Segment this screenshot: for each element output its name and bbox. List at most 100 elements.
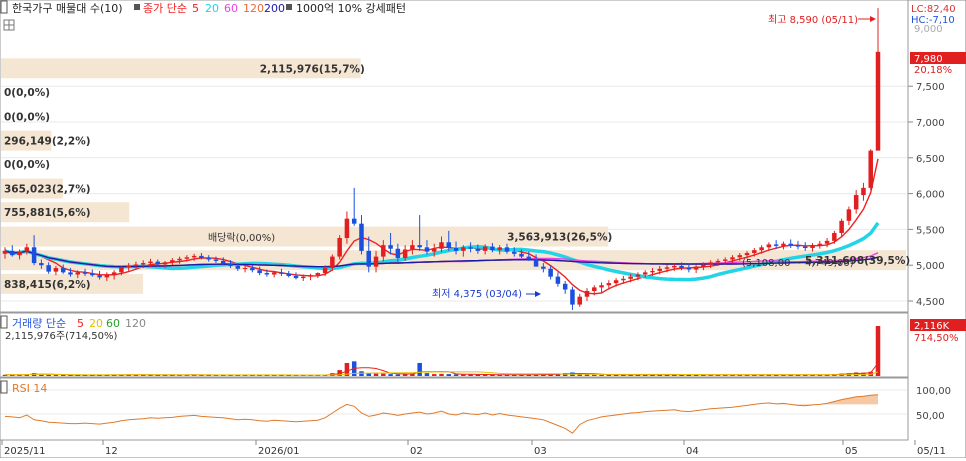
x-tick-label: 04 [686,446,699,457]
volume-bar [395,374,401,376]
candle [737,255,743,258]
candle [264,273,270,275]
vol-ma-120[interactable]: 120 [125,317,146,330]
candle [853,195,859,210]
volume-profile-label: 2,115,976(15,7%) [260,63,365,75]
candle [875,51,881,151]
candle [592,287,597,291]
candle [759,247,764,251]
candle [642,272,648,275]
candle [140,263,146,265]
candle [213,259,219,261]
candle [24,247,30,252]
volume-profile-label: 755,881(5,6%) [4,207,91,219]
ma-200[interactable]: 200 [264,2,285,15]
candle [257,270,262,274]
volume-profile-label: 0(0,0%) [4,111,50,123]
candle [82,272,88,274]
low-annotation: 최저 4,375 (03/04) [432,288,522,300]
candle [526,256,532,260]
volume-bar [439,373,444,376]
volume-bar [446,374,452,376]
volume-bar [431,374,437,376]
candle [650,270,655,273]
candle [555,276,561,284]
candle [621,278,626,281]
candle [242,268,248,270]
candle [424,247,430,252]
panel-close-icon[interactable] [0,315,8,329]
candle [68,272,73,275]
candle [53,268,59,272]
candle [475,248,481,251]
ma-20[interactable]: 20 [205,2,219,15]
candle [206,258,211,260]
vol-ma-60[interactable]: 60 [106,317,120,330]
stock-chart: 2,115,976(15,7%) 0(0,0%) 0(0,0%) 296,149(2,… [0,0,966,459]
candle [60,268,66,273]
stock-chart-window: 2,115,976(15,7%) 0(0,0%) 0(0,0%) 296,149(2,… [0,0,966,459]
candle [359,223,364,251]
candle [744,253,750,256]
volume-legend: 거래량 단순 [12,317,66,330]
range-label: (5,108,00 ~ 4,749,00) [742,258,854,269]
candle [39,263,44,266]
volume-profile-label: 296,149(2,2%) [4,136,91,148]
candle [177,258,182,261]
panel-close-icon[interactable] [0,380,8,394]
candle [366,250,372,267]
candle [75,272,81,275]
candle [2,250,8,254]
ma-5[interactable]: 5 [192,2,199,15]
candle [46,265,51,272]
volume-badge-value: 2,116K [914,321,950,332]
candle [111,272,117,276]
candle [279,272,284,274]
candle [10,250,15,256]
candle [402,249,408,259]
candle [286,273,291,276]
candle [97,275,102,278]
ma-60[interactable]: 60 [224,2,238,15]
ma-label: 종가 단순 [143,2,187,15]
y-tick-label: 7,000 [916,118,945,129]
current-change: 20,18% [914,65,952,76]
candle [664,267,670,269]
ma-120[interactable]: 120 [243,2,264,15]
candle [497,247,502,251]
top-tick: 9,000 [914,24,943,35]
volume-bar [453,374,459,376]
candle [504,247,510,252]
candle [388,245,393,249]
candle [148,261,153,264]
vol-ma-5[interactable]: 5 [77,317,84,330]
candle [184,257,190,259]
candle [461,247,466,251]
x-tick-label: 03 [534,446,547,457]
candle [373,256,379,267]
candle [31,247,37,264]
y-tick-label: 6,500 [916,154,945,165]
candle [541,266,546,269]
candle [832,232,837,241]
panel-close-icon[interactable] [0,0,8,14]
candle [351,218,357,224]
candle [417,245,422,248]
candle [301,276,306,279]
candle [133,264,139,266]
candle [220,260,226,264]
y-tick-label: 5,000 [916,261,945,272]
candle [235,265,241,269]
volume-bar [388,374,393,376]
candle [468,247,473,249]
candle [482,246,488,251]
candle [90,273,95,276]
volume-bar [875,325,881,376]
vol-ma-20[interactable]: 20 [89,317,103,330]
candle [162,262,168,265]
candle [344,218,350,238]
candle [781,243,786,246]
candle [810,245,815,249]
x-tick-label: 2026/01 [258,446,300,457]
candle [795,245,801,247]
